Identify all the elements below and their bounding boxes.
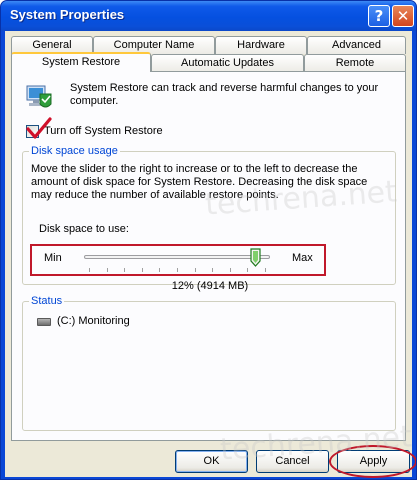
disk-space-percent-label: 12% (4914 MB) (171, 280, 249, 292)
tab-automatic-updates[interactable]: Automatic Updates (151, 54, 304, 72)
slider-tick (159, 268, 161, 272)
slider-tick (177, 268, 178, 272)
window-title: System Properties (10, 7, 125, 22)
slider-min-label: Min (44, 252, 62, 264)
slider-annotation-box: Min Max (30, 244, 326, 276)
apply-annotation-circle (329, 445, 416, 478)
system-properties-window: System Properties ? ✕ General Computer N… (0, 0, 417, 480)
help-button[interactable]: ? (368, 5, 390, 27)
tab-hardware[interactable]: Hardware (215, 36, 307, 54)
drive-icon (37, 318, 51, 326)
slider-tick (141, 268, 143, 272)
slider-tick (124, 268, 126, 272)
status-group: Status (C:) Monitoring (22, 295, 396, 431)
slider-tick (229, 268, 231, 272)
disk-space-usage-group: Disk space usage Move the slider to the … (22, 145, 396, 292)
disk-space-slider-thumb[interactable] (250, 248, 261, 267)
close-button[interactable]: ✕ (392, 5, 414, 27)
disk-space-description: Move the slider to the right to increase… (31, 163, 368, 201)
tab-system-restore[interactable]: System Restore (11, 52, 151, 72)
cancel-button[interactable]: Cancel (256, 450, 329, 473)
red-check-annotation-icon (26, 117, 52, 139)
title-bar[interactable]: System Properties ? ✕ (1, 1, 416, 31)
system-restore-panel: System Restore can track and reverse har… (11, 71, 406, 441)
status-title: Status (29, 295, 65, 307)
slider-tick (194, 268, 196, 272)
slider-tick (89, 268, 90, 272)
slider-tick (106, 268, 108, 272)
disk-space-slider-track[interactable] (84, 255, 270, 259)
disk-space-to-use-label: Disk space to use: (39, 223, 129, 235)
drive-status-text: (C:) Monitoring (57, 315, 130, 327)
intro-text: System Restore can track and reverse har… (70, 82, 379, 107)
tab-remote[interactable]: Remote (304, 54, 406, 72)
slider-max-label: Max (292, 252, 313, 264)
dialog-client-area: General Computer Name Hardware Advanced … (5, 31, 416, 478)
slider-tick (265, 268, 266, 272)
tab-advanced[interactable]: Advanced (307, 36, 406, 54)
system-restore-shield-icon (26, 85, 52, 108)
disk-space-usage-title: Disk space usage (29, 145, 120, 157)
ok-button[interactable]: OK (175, 450, 248, 473)
turn-off-label[interactable]: Turn off System Restore (44, 125, 163, 137)
slider-tick (247, 268, 249, 272)
slider-tick (212, 268, 214, 272)
